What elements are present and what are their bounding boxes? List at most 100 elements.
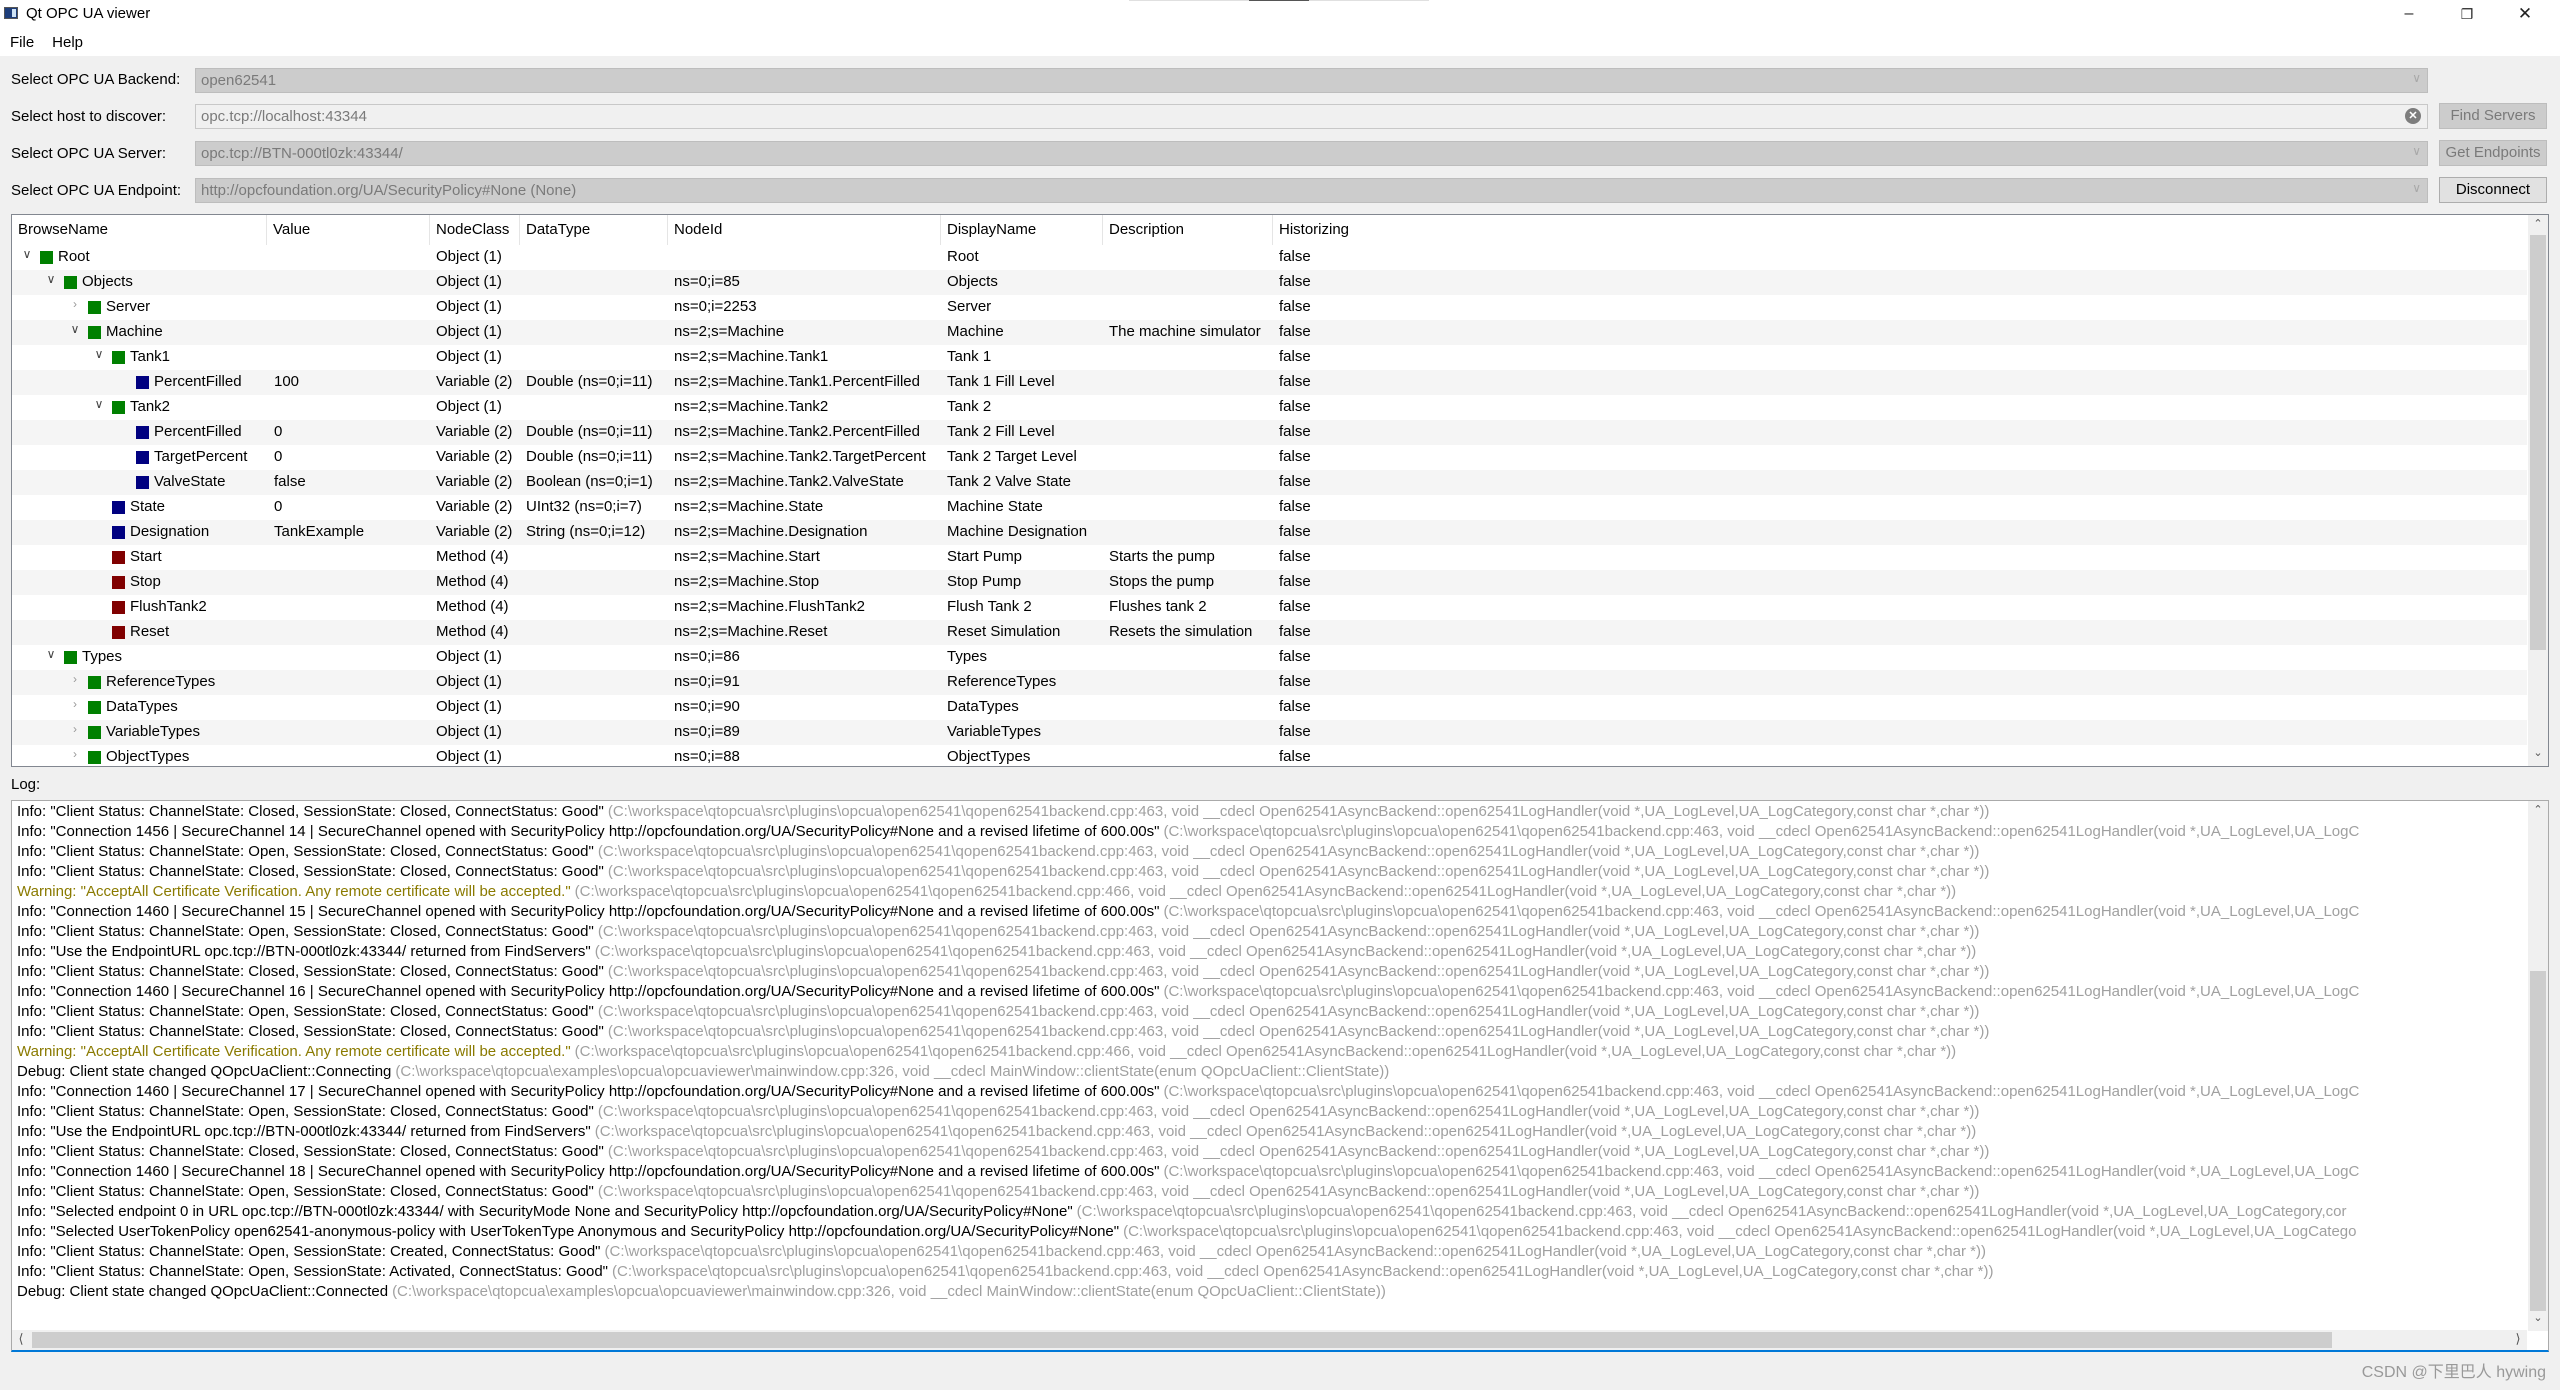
tree-row[interactable]: › DataTypes Object (1) ns=0;i=90 DataTypes fa… [12,695,2527,720]
object-node-icon [88,751,101,764]
log-source: (C:\workspace\qtopcua\src\plugins\opcua\… [574,1043,1957,1060]
scrollbar-thumb[interactable] [2530,971,2546,1311]
cell-nodeclass: Method (4) [436,573,509,590]
tree-row[interactable]: ∨ Tank1 Object (1) ns=2;s=Machine.Tank1 Tank… [12,345,2527,370]
cell-nodeclass: Object (1) [436,348,502,365]
tree-row[interactable]: ValveState false Variable (2) Boolean (ns=0… [12,470,2527,495]
log-line: Debug: Client state changed QOpcUaClient… [17,1282,2517,1302]
tree-row[interactable]: PercentFilled 100 Variable (2) Double (ns=0… [12,370,2527,395]
log-horizontal-scrollbar[interactable]: ⟨ ⟩ [12,1330,2527,1350]
tree-row[interactable]: ∨ Tank2 Object (1) ns=2;s=Machine.Tank2 Tank… [12,395,2527,420]
variable-node-icon [112,501,125,514]
log-message: Warning: "AcceptAll Certificate Verifica… [17,1043,571,1060]
log-source: (C:\workspace\qtopcua\src\plugins\opcua\… [597,1103,1980,1120]
chevron-right-icon[interactable]: › [68,747,82,761]
server-select[interactable]: opc.tcp://BTN-000tl0zk:43344/ ∨ [195,141,2428,166]
find-servers-button[interactable]: Find Servers [2439,103,2547,129]
cell-historizing: false [1279,673,1311,690]
tree-row[interactable]: Start Method (4) ns=2;s=Machine.Start Start… [12,545,2527,570]
column-header-displayname[interactable]: DisplayName [941,215,1103,245]
cell-displayname: Flush Tank 2 [947,598,1032,615]
tree-vertical-scrollbar[interactable]: ⌃ ⌄ [2528,215,2548,766]
scroll-down-icon[interactable]: ⌄ [2528,1311,2548,1329]
scrollbar-thumb[interactable] [32,1332,2332,1348]
column-header-datatype[interactable]: DataType [520,215,668,245]
cell-displayname: Tank 2 Target Level [947,448,1077,465]
tree-row[interactable]: Stop Method (4) ns=2;s=Machine.Stop Stop Pu… [12,570,2527,595]
tree-row[interactable]: Reset Method (4) ns=2;s=Machine.Reset Reset… [12,620,2527,645]
object-node-icon [88,701,101,714]
log-vertical-scrollbar[interactable]: ⌃ ⌄ [2528,801,2548,1331]
tree-row[interactable]: TargetPercent 0 Variable (2) Double (ns=0;i… [12,445,2527,470]
cell-nodeclass: Method (4) [436,598,509,615]
scroll-left-icon[interactable]: ⟨ [12,1331,30,1347]
tree-row[interactable]: › ReferenceTypes Object (1) ns=0;i=91 Refere… [12,670,2527,695]
chevron-down-icon[interactable]: ∨ [92,347,106,361]
scrollbar-thumb[interactable] [2530,235,2546,650]
scroll-up-icon[interactable]: ⌃ [2528,803,2548,821]
object-node-icon [112,351,125,364]
cell-displayname: Tank 1 [947,348,992,365]
log-line: Info: "Client Status: ChannelState: Open… [17,1262,2517,1282]
tree-header: BrowseName Value NodeClass DataType Node… [12,215,2527,245]
cell-displayname: VariableTypes [947,723,1041,740]
log-view[interactable]: Info: "Client Status: ChannelState: Clos… [11,800,2549,1352]
chevron-right-icon[interactable]: › [68,672,82,686]
node-tree-view[interactable]: BrowseName Value NodeClass DataType Node… [11,214,2549,767]
tree-row[interactable]: ∨ Machine Object (1) ns=2;s=Machine Machine T… [12,320,2527,345]
log-source: (C:\workspace\qtopcua\src\plugins\opcua\… [607,963,1990,980]
chevron-down-icon[interactable]: ∨ [68,322,82,336]
tree-row[interactable]: FlushTank2 Method (4) ns=2;s=Machine.Flush… [12,595,2527,620]
chevron-right-icon[interactable]: › [68,297,82,311]
tree-row[interactable]: ∨ Root Object (1) Root false [12,245,2527,270]
column-header-nodeid[interactable]: NodeId [668,215,941,245]
tree-row[interactable]: › ObjectTypes Object (1) ns=0;i=88 ObjectTyp… [12,745,2527,766]
tree-row[interactable]: State 0 Variable (2) UInt32 (ns=0;i=7) ns=2;… [12,495,2527,520]
column-header-historizing[interactable]: Historizing [1273,215,2527,245]
cell-browsename: ObjectTypes [106,748,190,765]
tree-row[interactable]: › VariableTypes Object (1) ns=0;i=89 Variabl… [12,720,2527,745]
endpoint-select[interactable]: http://opcfoundation.org/UA/SecurityPoli… [195,178,2428,203]
cell-nodeid: ns=0;i=91 [674,673,740,690]
tree-row[interactable]: ∨ Objects Object (1) ns=0;i=85 Objects false [12,270,2527,295]
cell-value: 0 [274,423,283,440]
column-header-nodeclass[interactable]: NodeClass [430,215,520,245]
tree-row[interactable]: › Server Object (1) ns=0;i=2253 Server false [12,295,2527,320]
chevron-right-icon[interactable]: › [68,697,82,711]
host-input[interactable]: opc.tcp://localhost:43344 ✕ [195,104,2428,129]
tree-row[interactable]: Designation TankExample Variable (2) String… [12,520,2527,545]
clear-icon[interactable]: ✕ [2405,108,2421,124]
scroll-down-icon[interactable]: ⌄ [2528,746,2548,764]
cell-nodeclass: Object (1) [436,298,502,315]
disconnect-button[interactable]: Disconnect [2439,177,2547,203]
tree-row[interactable]: PercentFilled 0 Variable (2) Double (ns=0;i… [12,420,2527,445]
close-button[interactable]: ✕ [2496,0,2554,28]
cell-historizing: false [1279,473,1311,490]
backend-select[interactable]: open62541 ∨ [195,68,2428,93]
column-header-browsename[interactable]: BrowseName [12,215,267,245]
menu-help[interactable]: Help [52,34,83,51]
chevron-right-icon[interactable]: › [68,722,82,736]
get-endpoints-button[interactable]: Get Endpoints [2439,140,2547,166]
maximize-button[interactable]: ❐ [2438,0,2496,28]
chevron-down-icon[interactable]: ∨ [92,397,106,411]
chevron-down-icon[interactable]: ∨ [44,647,58,661]
chevron-down-icon[interactable]: ∨ [20,247,34,261]
menu-file[interactable]: File [10,34,34,51]
log-line: Info: "Client Status: ChannelState: Clos… [17,1022,2517,1042]
minimize-button[interactable]: – [2380,0,2438,28]
scroll-right-icon[interactable]: ⟩ [2509,1331,2527,1347]
log-message: Info: "Connection 1460 | SecureChannel 1… [17,1163,1160,1180]
log-source: (C:\workspace\qtopcua\src\plugins\opcua\… [1076,1203,2347,1220]
log-message: Info: "Connection 1460 | SecureChannel 1… [17,983,1160,1000]
chevron-down-icon[interactable]: ∨ [44,272,58,286]
column-header-value[interactable]: Value [267,215,430,245]
log-message: Debug: Client state changed QOpcUaClient… [17,1283,389,1300]
log-source: (C:\workspace\qtopcua\src\plugins\opcua\… [1163,903,2360,920]
log-message: Info: "Selected UserTokenPolicy open6254… [17,1223,1120,1240]
scroll-up-icon[interactable]: ⌃ [2528,217,2548,235]
column-header-description[interactable]: Description [1103,215,1273,245]
tree-row[interactable]: ∨ Types Object (1) ns=0;i=86 Types false [12,645,2527,670]
cell-displayname: Stop Pump [947,573,1022,590]
method-node-icon [112,576,125,589]
